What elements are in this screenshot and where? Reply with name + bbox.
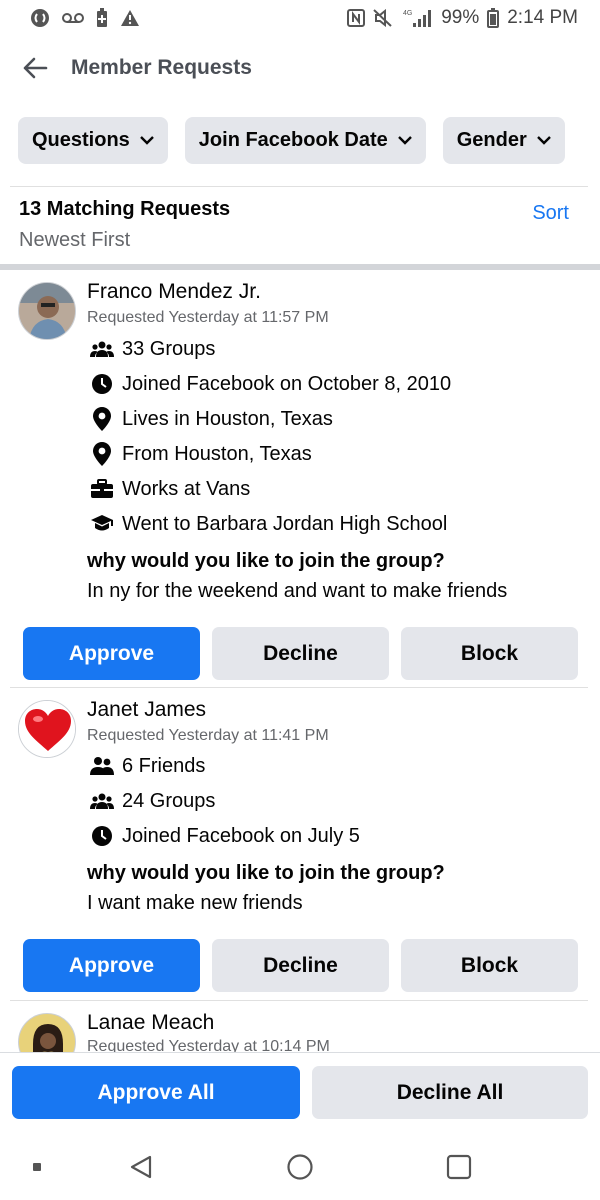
location-pin-icon bbox=[90, 407, 114, 431]
info-from: From Houston, Texas bbox=[90, 442, 312, 466]
triangle-back-icon bbox=[130, 1155, 152, 1179]
filter-label: Gender bbox=[456, 129, 527, 151]
avatar[interactable] bbox=[18, 282, 76, 340]
requests-summary: 13 Matching Requests Newest First Sort bbox=[19, 198, 579, 252]
info-joined: Joined Facebook on July 5 bbox=[90, 824, 360, 848]
battery-icon bbox=[487, 8, 500, 28]
decline-button[interactable]: Decline bbox=[212, 939, 389, 992]
status-bar: 4G 99% 2:14 PM bbox=[0, 0, 600, 36]
clock-icon bbox=[90, 824, 114, 848]
recent-dot-icon bbox=[20, 1150, 54, 1184]
decline-all-button[interactable]: Decline All bbox=[312, 1066, 588, 1119]
overview-nav-button[interactable] bbox=[442, 1150, 476, 1184]
voicemail-icon bbox=[62, 11, 84, 25]
system-nav-bar bbox=[0, 1136, 600, 1200]
info-friends: 6 Friends bbox=[90, 754, 205, 778]
signal-icon: 4G bbox=[401, 8, 433, 28]
info-lives-in: Lives in Houston, Texas bbox=[90, 407, 333, 431]
home-nav-button[interactable] bbox=[283, 1150, 317, 1184]
back-arrow-icon bbox=[23, 57, 48, 79]
requester-name[interactable]: Franco Mendez Jr. bbox=[87, 280, 261, 304]
filter-bar: Questions Join Facebook Date Gender bbox=[18, 117, 565, 164]
membership-question: why would you like to join the group? bbox=[87, 550, 445, 572]
info-text: 6 Friends bbox=[122, 754, 206, 777]
membership-answer: In ny for the weekend and want to make f… bbox=[87, 580, 508, 602]
warning-icon bbox=[120, 9, 140, 27]
request-card: Janet James Requested Yesterday at 11:41… bbox=[0, 688, 600, 1000]
chevron-down-icon bbox=[139, 136, 154, 145]
groups-icon bbox=[90, 337, 114, 361]
matching-count: 13 Matching Requests bbox=[19, 198, 231, 220]
info-education: Went to Barbara Jordan High School bbox=[90, 512, 447, 536]
friends-icon bbox=[90, 754, 114, 778]
info-groups: 24 Groups bbox=[90, 789, 215, 813]
block-button[interactable]: Block bbox=[401, 939, 578, 992]
membership-question: why would you like to join the group? bbox=[87, 862, 445, 884]
sort-order-label: Newest First bbox=[19, 229, 131, 251]
requester-name[interactable]: Janet James bbox=[87, 698, 206, 722]
membership-answer: I want make new friends bbox=[87, 892, 303, 914]
request-card: Franco Mendez Jr. Requested Yesterday at… bbox=[0, 270, 600, 687]
groups-icon bbox=[90, 789, 114, 813]
mute-icon bbox=[373, 9, 393, 27]
filter-questions[interactable]: Questions bbox=[18, 117, 168, 164]
avatar[interactable] bbox=[18, 1013, 76, 1052]
network-type: 4G bbox=[403, 10, 412, 17]
info-text: Lives in Houston, Texas bbox=[122, 407, 333, 430]
info-work: Works at Vans bbox=[90, 477, 250, 501]
avatar[interactable] bbox=[18, 700, 76, 758]
request-time: Requested Yesterday at 11:57 PM bbox=[87, 309, 329, 326]
request-time: Requested Yesterday at 10:14 PM bbox=[87, 1038, 330, 1052]
info-text: Works at Vans bbox=[122, 477, 251, 500]
filter-gender[interactable]: Gender bbox=[442, 117, 565, 164]
nfc-icon bbox=[347, 9, 366, 27]
approve-button[interactable]: Approve bbox=[23, 939, 200, 992]
graduation-cap-icon bbox=[90, 512, 114, 536]
info-text: 24 Groups bbox=[122, 789, 216, 812]
clock-time: 2:14 PM bbox=[507, 7, 578, 28]
approve-button[interactable]: Approve bbox=[23, 627, 200, 680]
chevron-down-icon bbox=[536, 136, 551, 145]
request-actions: Approve Decline Block bbox=[23, 627, 578, 680]
filter-label: Questions bbox=[32, 129, 130, 151]
approve-all-button[interactable]: Approve All bbox=[12, 1066, 300, 1119]
bulk-actions-bar: Approve All Decline All bbox=[0, 1052, 600, 1136]
block-button[interactable]: Block bbox=[401, 627, 578, 680]
request-time: Requested Yesterday at 11:41 PM bbox=[87, 727, 329, 744]
back-nav-button[interactable] bbox=[124, 1150, 158, 1184]
filter-label: Join Facebook Date bbox=[198, 129, 388, 151]
info-text: Joined Facebook on July 5 bbox=[122, 824, 360, 847]
info-groups: 33 Groups bbox=[90, 337, 215, 361]
chevron-down-icon bbox=[397, 136, 412, 145]
sort-button[interactable]: Sort bbox=[532, 202, 569, 225]
battery-percent: 99% bbox=[441, 7, 480, 28]
decline-button[interactable]: Decline bbox=[212, 627, 389, 680]
square-overview-icon bbox=[446, 1154, 472, 1180]
clock-icon bbox=[90, 372, 114, 396]
request-card: Lanae Meach Requested Yesterday at 10:14… bbox=[0, 1001, 600, 1052]
back-button[interactable] bbox=[0, 44, 70, 92]
battery-saver-icon bbox=[96, 8, 108, 28]
shazam-icon bbox=[30, 8, 50, 28]
info-text: Joined Facebook on October 8, 2010 bbox=[122, 372, 452, 395]
location-pin-icon bbox=[90, 442, 114, 466]
divider bbox=[10, 186, 588, 187]
page-title: Member Requests bbox=[71, 56, 252, 79]
header: Member Requests bbox=[0, 44, 600, 92]
info-text: 33 Groups bbox=[122, 337, 216, 360]
briefcase-icon bbox=[90, 477, 114, 501]
info-text: From Houston, Texas bbox=[122, 442, 312, 465]
info-joined: Joined Facebook on October 8, 2010 bbox=[90, 372, 451, 396]
home-circle-icon bbox=[287, 1154, 313, 1180]
filter-join-date[interactable]: Join Facebook Date bbox=[184, 117, 426, 164]
requester-name[interactable]: Lanae Meach bbox=[87, 1011, 214, 1035]
info-text: Went to Barbara Jordan High School bbox=[122, 512, 448, 535]
request-actions: Approve Decline Block bbox=[23, 939, 578, 992]
